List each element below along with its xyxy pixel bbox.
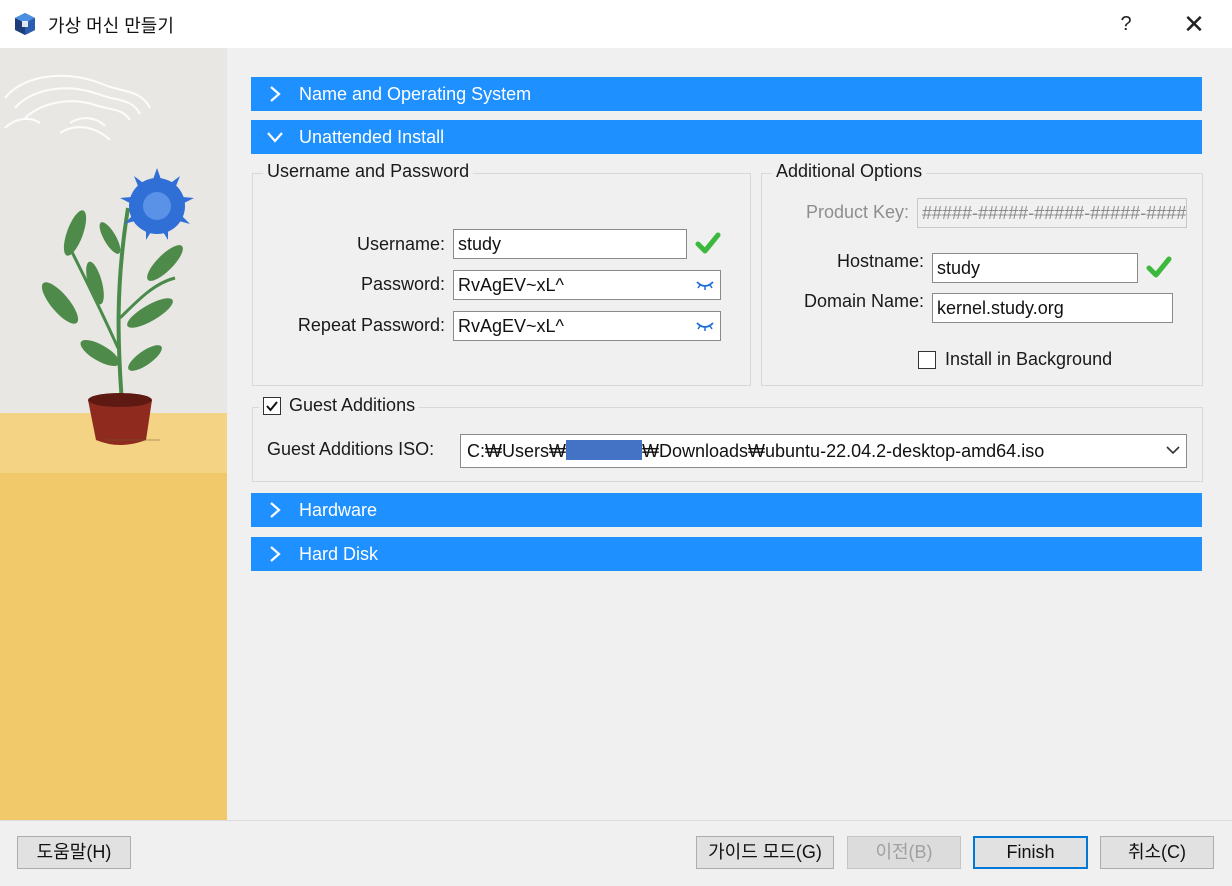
checkmark-icon — [266, 400, 278, 412]
password-label: Password: — [360, 274, 445, 294]
guest-additions-header: Guest Additions — [259, 395, 420, 416]
chevron-right-icon — [251, 501, 299, 519]
wizard-content: Name and Operating System Unattended Ins… — [227, 48, 1232, 820]
product-key-input[interactable]: #####-#####-#####-#####-##### — [917, 198, 1187, 228]
eye-closed-icon[interactable] — [696, 279, 714, 291]
chevron-right-icon — [251, 545, 299, 563]
chevron-right-icon — [251, 85, 299, 103]
section-unattended-install[interactable]: Unattended Install — [251, 120, 1202, 154]
virtualbox-icon — [15, 13, 35, 35]
checkmark-icon — [695, 232, 721, 254]
credentials-group-title: Username and Password — [263, 161, 474, 182]
install-background-label: Install in Background — [945, 349, 1113, 369]
window-title: 가상 머신 만들기 — [48, 16, 174, 36]
username-input[interactable]: study — [453, 229, 687, 259]
checkmark-icon — [1146, 256, 1172, 278]
product-key-label: Product Key: — [805, 202, 909, 222]
section-label: Hardware — [299, 499, 378, 520]
close-button[interactable]: ✕ — [1180, 10, 1208, 38]
repeat-password-label: Repeat Password: — [297, 315, 445, 335]
hostname-input[interactable]: study — [932, 253, 1138, 283]
title-bar: 가상 머신 만들기 ? ✕ — [0, 0, 1232, 49]
guest-additions-iso-label: Guest Additions ISO: — [267, 439, 435, 459]
guest-additions-label: Guest Additions — [289, 395, 416, 415]
section-label: Hard Disk — [299, 543, 379, 564]
guest-additions-iso-select[interactable]: C:₩Users₩ ₩Downloads₩ubuntu-22.04.2-deskt… — [460, 434, 1187, 468]
button-bar: 도움말(H) 가이드 모드(G) 이전(B) Finish 취소(C) — [0, 820, 1232, 886]
password-input[interactable]: RvAgEV~xL^ — [453, 270, 721, 300]
finish-button[interactable]: Finish — [973, 836, 1088, 869]
additional-options-title: Additional Options — [772, 161, 927, 182]
hostname-label: Hostname: — [836, 251, 924, 271]
domain-name-input[interactable]: kernel.study.org — [932, 293, 1173, 323]
chevron-down-icon — [251, 131, 299, 143]
install-background-checkbox[interactable] — [918, 351, 936, 369]
section-hardware[interactable]: Hardware — [251, 493, 1202, 527]
section-hard-disk[interactable]: Hard Disk — [251, 537, 1202, 571]
repeat-password-value: RvAgEV~xL^ — [458, 316, 564, 336]
back-button[interactable]: 이전(B) — [847, 836, 961, 869]
iso-path-prefix: C:₩Users₩ — [467, 441, 566, 461]
domain-name-label: Domain Name: — [803, 291, 924, 311]
guided-mode-button[interactable]: 가이드 모드(G) — [696, 836, 834, 869]
section-label: Unattended Install — [299, 126, 445, 147]
password-value: RvAgEV~xL^ — [458, 275, 564, 295]
help-dialog-button[interactable]: 도움말(H) — [17, 836, 131, 869]
wizard-illustration — [0, 48, 227, 820]
section-name-os[interactable]: Name and Operating System — [251, 77, 1202, 111]
username-label: Username: — [356, 234, 445, 254]
redacted-username — [565, 440, 642, 460]
guest-additions-checkbox[interactable] — [263, 396, 281, 415]
help-button[interactable]: ? — [1112, 10, 1140, 38]
cancel-button[interactable]: 취소(C) — [1100, 836, 1214, 869]
iso-path-suffix: ₩Downloads₩ubuntu-22.04.2-desktop-amd64.… — [641, 441, 1045, 461]
dropdown-arrow-icon — [1166, 446, 1180, 455]
repeat-password-input[interactable]: RvAgEV~xL^ — [453, 311, 721, 341]
section-label: Name and Operating System — [299, 83, 532, 104]
eye-closed-icon[interactable] — [696, 320, 714, 332]
